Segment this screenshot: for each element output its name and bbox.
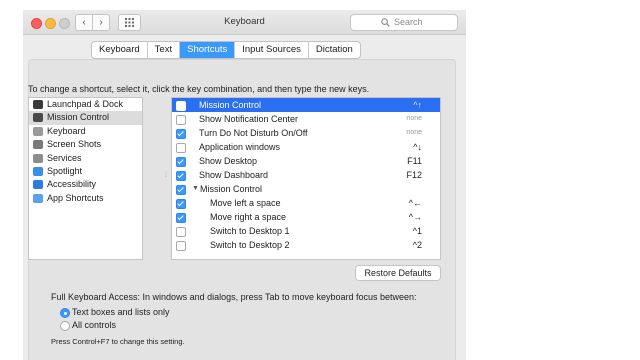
shortcut-label: Show Notification Center <box>199 114 299 124</box>
shortcut-label: Mission Control <box>200 184 263 194</box>
shortcut-checkbox[interactable] <box>176 115 186 125</box>
shortcut-checkbox[interactable] <box>176 157 186 167</box>
category-item[interactable]: Launchpad & Dock <box>29 98 142 111</box>
search-placeholder: Search <box>394 17 423 27</box>
shortcut-row[interactable]: Move left a space ^← <box>172 196 440 210</box>
radio-all-controls[interactable] <box>60 321 70 331</box>
shortcut-row[interactable]: ▼ Mission Control <box>172 182 440 196</box>
tab-bar: Keyboard Text Shortcuts Input Sources Dictat… <box>91 41 361 59</box>
instructions-text: To change a shortcut, select it, click t… <box>28 84 370 94</box>
shortcut-checkbox[interactable] <box>176 101 186 111</box>
spotlight-icon <box>33 166 43 176</box>
category-label: Spotlight <box>47 165 83 176</box>
shortcut-label: Show Desktop <box>199 156 258 166</box>
restore-defaults-button[interactable]: Restore Defaults <box>355 265 441 281</box>
category-label: Mission Control <box>47 112 110 123</box>
shortcut-label: Move left a space <box>210 198 281 208</box>
category-item[interactable]: Screen Shots <box>29 138 142 151</box>
keyboard-icon <box>33 126 43 136</box>
shortcut-row[interactable]: Move right a space ^→ <box>172 210 440 224</box>
shortcut-list[interactable]: Mission Control ^↑ Show Notification Cente… <box>171 97 441 260</box>
shortcut-label: Show Dashboard <box>199 170 269 180</box>
category-item[interactable]: Services <box>29 152 142 165</box>
tab-keyboard[interactable]: Keyboard <box>92 42 148 58</box>
shortcut-row[interactable]: Turn Do Not Disturb On/Off none <box>172 126 440 140</box>
mission-control-icon <box>33 113 43 123</box>
shortcut-row[interactable]: Show Desktop F11 <box>172 154 440 168</box>
shortcut-checkbox[interactable] <box>176 129 186 139</box>
category-item[interactable]: Keyboard <box>29 125 142 138</box>
shortcut-label: Turn Do Not Disturb On/Off <box>199 128 308 138</box>
shortcut-label: Move right a space <box>210 212 287 222</box>
shortcut-key[interactable]: ^2 <box>413 238 422 252</box>
shortcut-checkbox[interactable] <box>176 227 186 237</box>
category-label: Accessibility <box>47 179 97 190</box>
tab-text[interactable]: Text <box>148 42 181 58</box>
shortcut-key[interactable]: F11 <box>407 154 422 168</box>
category-label: App Shortcuts <box>47 192 104 203</box>
category-label: Launchpad & Dock <box>47 99 124 109</box>
category-item[interactable]: App Shortcuts <box>29 192 142 205</box>
shortcut-row[interactable]: Mission Control ^↑ <box>172 98 440 112</box>
radio-text-boxes-label[interactable]: Text boxes and lists only <box>72 307 170 317</box>
launchpad-icon <box>33 100 43 109</box>
shortcut-checkbox[interactable] <box>176 241 186 251</box>
shortcut-key[interactable]: ^1 <box>413 224 422 238</box>
shortcut-row[interactable]: Switch to Desktop 1 ^1 <box>172 224 440 238</box>
shortcut-key[interactable]: ^↓ <box>413 140 422 154</box>
tab-shortcuts[interactable]: Shortcuts <box>180 42 236 58</box>
shortcut-row[interactable]: Switch to Desktop 2 ^2 <box>172 238 440 252</box>
gear-icon <box>33 153 43 163</box>
category-label: Keyboard <box>47 125 86 136</box>
shortcut-row[interactable]: Show Notification Center none <box>172 112 440 126</box>
shortcut-key[interactable]: F12 <box>406 168 422 182</box>
shortcut-checkbox[interactable] <box>176 185 186 195</box>
search-icon <box>381 18 390 27</box>
category-label: Screen Shots <box>47 139 102 150</box>
search-field[interactable]: Search <box>350 14 458 31</box>
shortcut-row[interactable]: Application windows ^↓ <box>172 140 440 154</box>
shortcut-label: Switch to Desktop 2 <box>210 240 290 250</box>
disclosure-triangle-icon[interactable]: ▼ <box>192 182 199 196</box>
shortcut-key[interactable]: none <box>406 112 422 126</box>
category-list[interactable]: Launchpad & Dock Mission Control Keyboard S… <box>28 97 143 260</box>
full-keyboard-access-label: Full Keyboard Access: In windows and dia… <box>51 292 417 302</box>
screenshot-icon <box>33 140 43 150</box>
title-bar: ‹ › Keyboard Search <box>23 10 466 35</box>
shortcut-key[interactable]: none <box>406 126 422 140</box>
shortcut-key[interactable]: ^← <box>409 196 422 210</box>
shortcut-checkbox[interactable] <box>176 171 186 181</box>
shortcut-key[interactable]: ^→ <box>409 210 422 224</box>
radio-text-boxes[interactable] <box>60 308 70 318</box>
category-label: Services <box>47 152 82 163</box>
split-handle[interactable]: ⁞ <box>165 172 167 179</box>
accessibility-icon <box>33 180 43 190</box>
shortcut-label: Switch to Desktop 1 <box>210 226 290 236</box>
tab-dictation[interactable]: Dictation <box>309 42 360 58</box>
app-shortcuts-icon <box>33 193 43 203</box>
category-item[interactable]: Spotlight <box>29 165 142 178</box>
shortcut-row[interactable]: Show Dashboard F12 <box>172 168 440 182</box>
hint-text: Press Control+F7 to change this setting. <box>51 337 185 346</box>
tab-input-sources[interactable]: Input Sources <box>235 42 309 58</box>
shortcut-label: Mission Control <box>199 100 262 110</box>
shortcut-checkbox[interactable] <box>176 143 186 153</box>
shortcut-checkbox[interactable] <box>176 213 186 223</box>
radio-all-controls-label[interactable]: All controls <box>72 320 116 330</box>
shortcut-checkbox[interactable] <box>176 199 186 209</box>
shortcut-label: Application windows <box>199 142 281 152</box>
category-item[interactable]: Accessibility <box>29 178 142 191</box>
category-item[interactable]: Mission Control <box>29 111 142 125</box>
shortcut-key[interactable]: ^↑ <box>413 98 422 112</box>
